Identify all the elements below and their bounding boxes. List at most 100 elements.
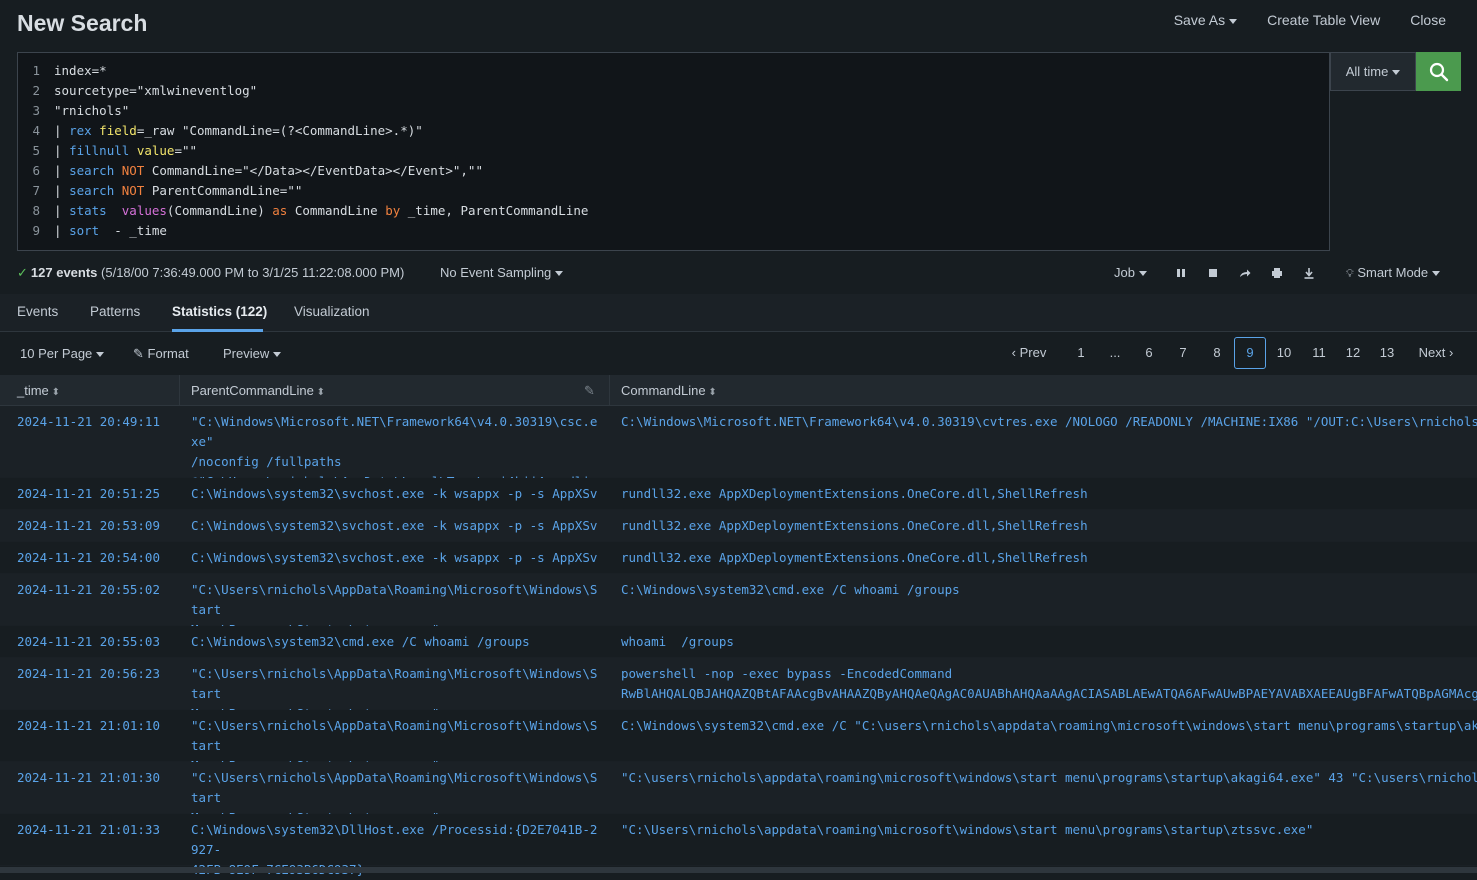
command-line-cell[interactable]: whoami /groups <box>621 632 1477 652</box>
check-icon: ✓ <box>17 265 28 280</box>
format-menu[interactable]: ✎ Format <box>133 346 189 362</box>
job-menu[interactable]: Job <box>1114 262 1147 284</box>
command-line-cell[interactable]: powershell -nop -exec bypass -EncodedCom… <box>621 664 1477 704</box>
column-header-command-line[interactable]: CommandLine <box>621 375 717 406</box>
chevron-right-icon: › <box>1445 345 1454 360</box>
table-row[interactable]: 2024-11-21 20:56:23 "C:\Users\rnichols\Ap… <box>0 658 1477 721</box>
command-line-cell[interactable]: C:\Windows\system32\cmd.exe /C whoami /g… <box>621 580 1477 600</box>
page-13-button[interactable]: 13 <box>1370 337 1404 369</box>
command-line-cell[interactable]: "C:\Users\rnichols\appdata\roaming\micro… <box>621 820 1477 840</box>
table-row[interactable]: 2024-11-21 21:01:30 "C:\Users\rnichols\Ap… <box>0 762 1477 825</box>
page-12-button[interactable]: 12 <box>1336 337 1370 369</box>
prev-page-button[interactable]: ‹ Prev <box>1000 337 1058 369</box>
page-7-button[interactable]: 7 <box>1166 337 1200 369</box>
search-token: | <box>54 163 70 178</box>
table-row[interactable]: 2024-11-21 20:53:09 C:\Windows\system32\s… <box>0 510 1477 553</box>
column-divider <box>179 375 180 406</box>
active-tab-indicator <box>172 329 263 332</box>
page-1-button[interactable]: 1 <box>1064 337 1098 369</box>
table-row[interactable]: 2024-11-21 20:51:25 C:\Windows\system32\s… <box>0 478 1477 521</box>
create-table-view-button[interactable]: Create Table View <box>1267 12 1380 28</box>
tab-patterns[interactable]: Patterns <box>90 304 140 319</box>
search-token: "rnichols" <box>54 103 130 118</box>
table-row[interactable]: 2024-11-21 21:01:10 "C:\Users\rnichols\Ap… <box>0 710 1477 773</box>
parent-command-line-cell[interactable]: C:\Windows\system32\cmd.exe /C whoami /g… <box>191 632 601 652</box>
print-icon[interactable] <box>1268 264 1286 282</box>
stop-icon[interactable] <box>1204 264 1222 282</box>
event-sampling-menu[interactable]: No Event Sampling <box>440 262 563 284</box>
header-actions: Save As Create Table View Close <box>1174 12 1446 28</box>
next-page-button[interactable]: Next › <box>1412 337 1460 369</box>
search-token: rex <box>69 123 92 138</box>
search-token: ="" <box>174 143 198 158</box>
time-range-picker[interactable]: All time <box>1330 52 1416 91</box>
page-11-button[interactable]: 11 <box>1302 337 1336 369</box>
search-mode-menu[interactable]: 💡︎ Smart Mode <box>1346 262 1440 285</box>
page-10-button[interactable]: 10 <box>1266 337 1302 369</box>
preview-menu[interactable]: Preview <box>223 346 281 361</box>
search-token: sort <box>69 223 100 238</box>
time-cell[interactable]: 2024-11-21 20:49:11 <box>17 412 160 432</box>
time-cell[interactable]: 2024-11-21 20:54:00 <box>17 548 160 568</box>
command-line-cell[interactable]: C:\Windows\system32\cmd.exe /C "C:\users… <box>621 716 1477 736</box>
share-icon[interactable] <box>1236 264 1254 282</box>
table-row[interactable]: 2024-11-21 20:54:00 C:\Windows\system32\s… <box>0 542 1477 585</box>
time-cell[interactable]: 2024-11-21 21:01:10 <box>17 716 160 736</box>
tab-events[interactable]: Events <box>17 304 58 319</box>
time-cell[interactable]: 2024-11-21 20:53:09 <box>17 516 160 536</box>
page-6-button[interactable]: 6 <box>1132 337 1166 369</box>
command-line-cell[interactable]: "C:\users\rnichols\appdata\roaming\micro… <box>621 768 1477 788</box>
export-icon[interactable] <box>1300 264 1318 282</box>
edit-column-icon[interactable]: ✎ <box>584 375 595 406</box>
time-cell[interactable]: 2024-11-21 20:51:25 <box>17 484 160 504</box>
search-code: "rnichols" <box>54 101 129 121</box>
page-8-button[interactable]: 8 <box>1200 337 1234 369</box>
search-code: sourcetype="xmlwineventlog" <box>54 81 257 101</box>
job-status: ✓ 127 events (5/18/00 7:36:49.000 PM to 3… <box>17 262 404 284</box>
search-token: NOT <box>121 163 145 178</box>
table-row[interactable]: 2024-11-21 20:49:11 "C:\Windows\Microsoft… <box>0 406 1477 509</box>
tab-visualization[interactable]: Visualization <box>294 304 370 319</box>
line-number: 4 <box>32 123 40 138</box>
time-cell[interactable]: 2024-11-21 21:01:33 <box>17 820 160 840</box>
search-token: index=* <box>54 63 107 78</box>
per-page-menu[interactable]: 10 Per Page <box>20 346 104 361</box>
time-range-label: All time <box>1346 64 1401 79</box>
horizontal-scrollbar[interactable] <box>0 867 1477 873</box>
line-number: 1 <box>32 63 40 78</box>
search-token: | <box>54 203 70 218</box>
command-line-cell[interactable]: rundll32.exe AppXDeploymentExtensions.On… <box>621 548 1477 568</box>
close-button[interactable]: Close <box>1410 12 1446 28</box>
table-row[interactable]: 2024-11-21 20:55:02 "C:\Users\rnichols\Ap… <box>0 574 1477 637</box>
search-code: | sort - _time <box>54 221 167 241</box>
search-editor[interactable]: 1 index=* 2 sourcetype="xmlwineventlog" 3 "rn… <box>17 52 1330 251</box>
table-row[interactable]: 2024-11-21 21:01:33 C:\Windows\system32\D… <box>0 814 1477 877</box>
search-token: sourcetype="xmlwineventlog" <box>54 83 258 98</box>
command-line-cell[interactable]: C:\Windows\Microsoft.NET\Framework64\v4.… <box>621 412 1477 432</box>
search-line: 5 | fillnull value="" <box>18 141 1329 161</box>
time-cell[interactable]: 2024-11-21 20:56:23 <box>17 664 160 684</box>
command-line-cell[interactable]: rundll32.exe AppXDeploymentExtensions.On… <box>621 484 1477 504</box>
pause-icon[interactable] <box>1172 264 1190 282</box>
pagination: ‹ Prev 1... 6 7 8 9 10 11 12 13 Next › <box>1000 337 1460 369</box>
search-token: values <box>121 203 167 218</box>
search-line: 2 sourcetype="xmlwineventlog" <box>18 81 1329 101</box>
search-line: 7 | search NOT ParentCommandLine="" <box>18 181 1329 201</box>
search-token: =_raw "CommandLine=(?<CommandLine>.*)" <box>136 123 423 138</box>
time-cell[interactable]: 2024-11-21 21:01:30 <box>17 768 160 788</box>
tab-statistics[interactable]: Statistics (122) <box>172 304 267 319</box>
column-header-time[interactable]: _time <box>17 375 60 406</box>
column-header-parent-command-line[interactable]: ParentCommandLine <box>191 375 325 406</box>
search-token: value <box>136 143 175 158</box>
search-line: 9 | sort - _time <box>18 221 1329 241</box>
page-9-button[interactable]: 9 <box>1234 337 1266 369</box>
save-as-menu[interactable]: Save As <box>1174 12 1237 28</box>
table-row[interactable]: 2024-11-21 20:55:03 C:\Windows\system32\c… <box>0 626 1477 658</box>
command-line-cell[interactable]: rundll32.exe AppXDeploymentExtensions.On… <box>621 516 1477 536</box>
time-cell[interactable]: 2024-11-21 20:55:03 <box>17 632 160 652</box>
search-button[interactable] <box>1416 52 1461 91</box>
line-number: 2 <box>32 83 40 98</box>
search-token: CommandLine <box>287 203 386 218</box>
time-cell[interactable]: 2024-11-21 20:55:02 <box>17 580 160 600</box>
events-range: (5/18/00 7:36:49.000 PM to 3/1/25 11:22:… <box>101 265 405 280</box>
